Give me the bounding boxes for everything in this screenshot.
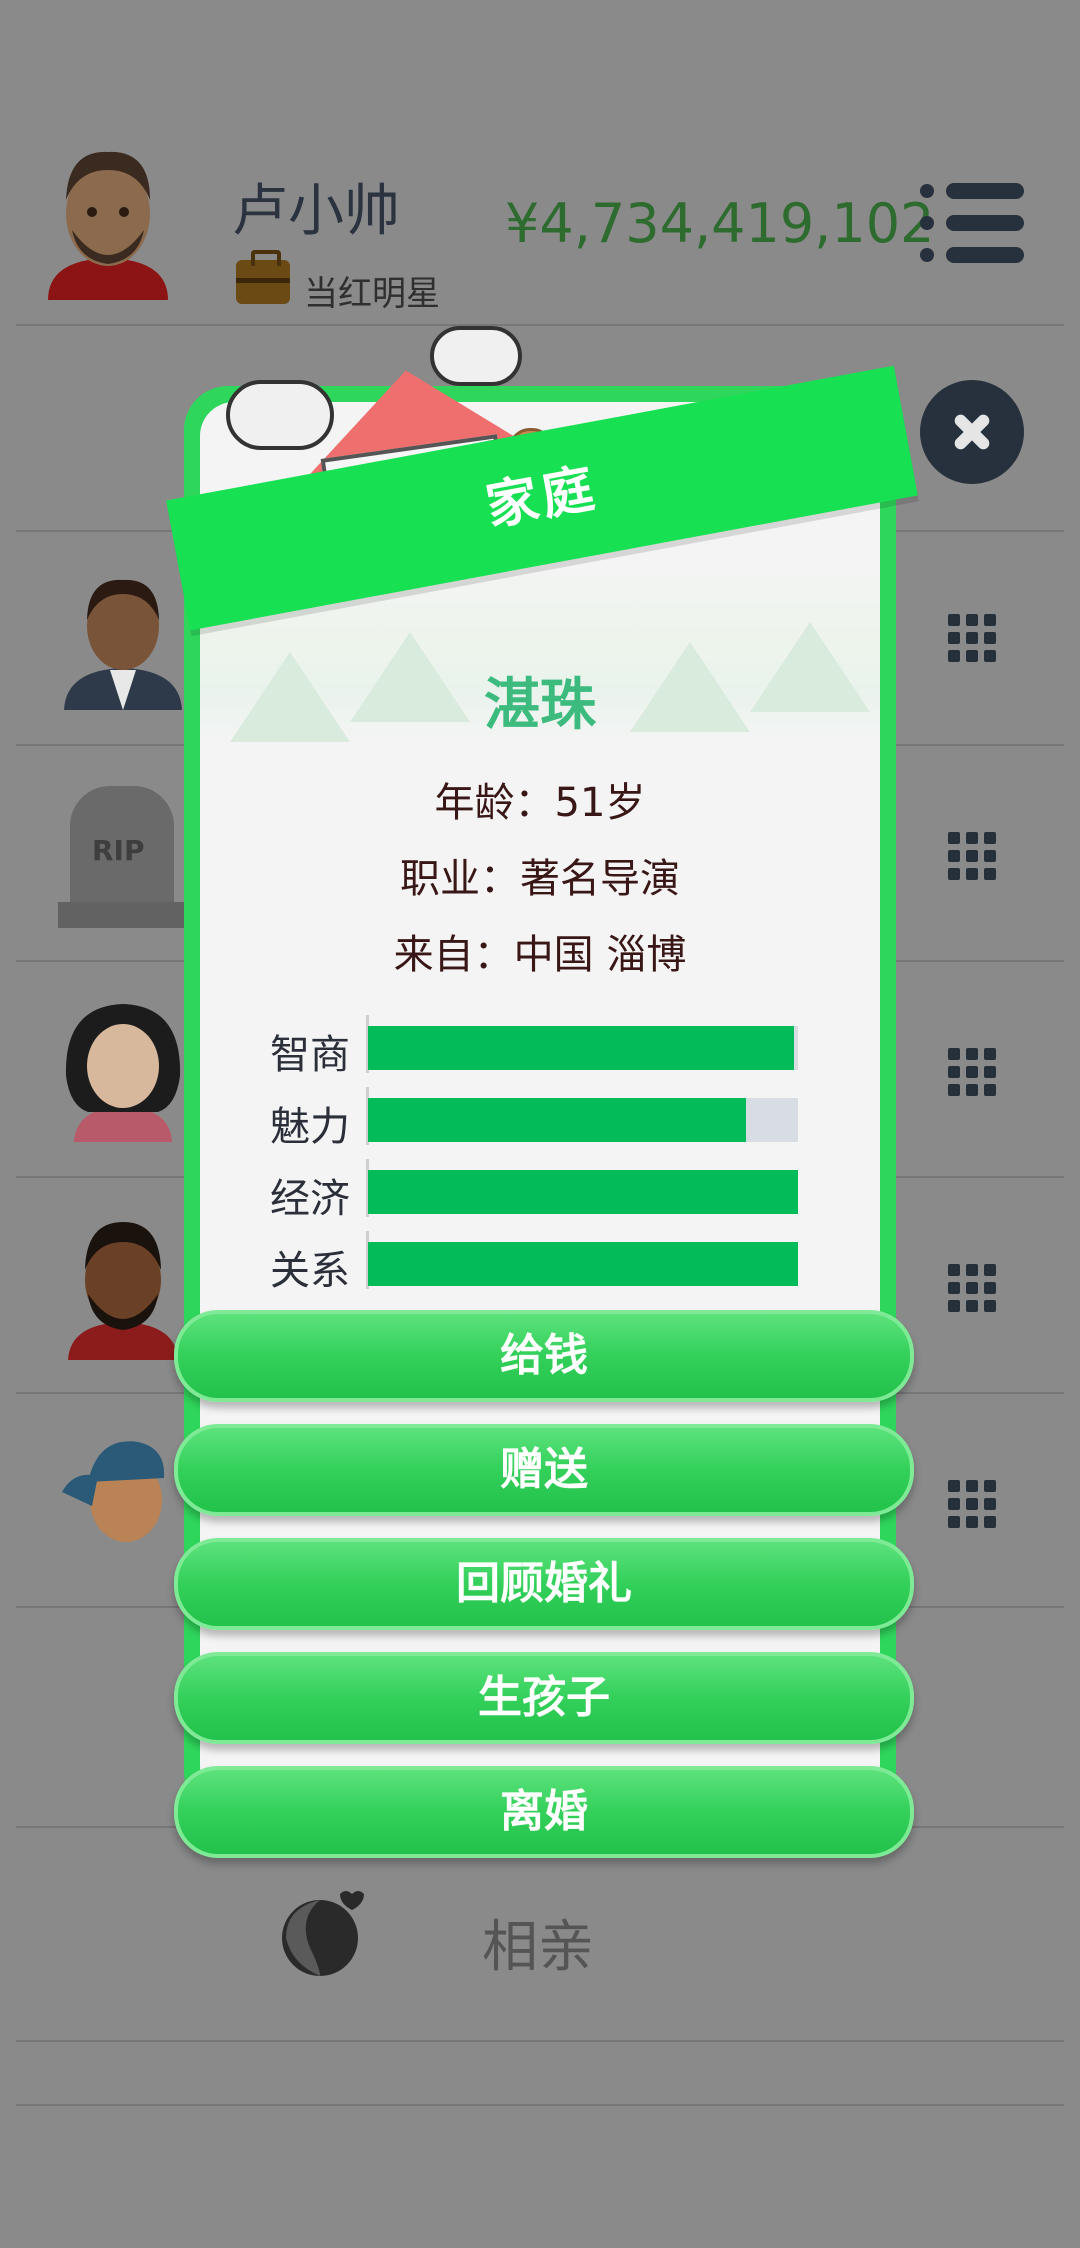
player-job: 当红明星	[304, 274, 440, 314]
grid-menu-icon[interactable]	[948, 614, 996, 662]
stat-bar-economy	[368, 1170, 798, 1214]
origin-line: 来自：中国 淄博	[393, 932, 687, 978]
give-money-label: 给钱	[500, 1330, 588, 1381]
have-child-button[interactable]: 生孩子	[174, 1652, 914, 1744]
player-header: 卢小帅 当红明星 ¥4,734,419,102	[0, 0, 1080, 326]
divider	[16, 324, 1064, 326]
grid-menu-icon[interactable]	[948, 1048, 996, 1096]
stat-label-economy: 经济	[270, 1176, 350, 1222]
review-wedding-label: 回顾婚礼	[456, 1558, 632, 1609]
divorce-button[interactable]: 离婚	[174, 1766, 914, 1858]
family-avatar-father[interactable]	[58, 570, 188, 710]
money-balance: ¥4,734,419,102	[505, 192, 935, 255]
menu-icon[interactable]	[920, 183, 1024, 264]
grid-menu-icon[interactable]	[948, 1480, 996, 1528]
stat-bar-iq	[368, 1026, 798, 1070]
review-wedding-button[interactable]: 回顾婚礼	[174, 1538, 914, 1630]
stat-bar-charm	[368, 1098, 798, 1142]
stat-fill-charm	[368, 1098, 747, 1142]
stat-fill-relationship	[368, 1242, 798, 1286]
stat-fill-economy	[368, 1170, 798, 1214]
family-avatar-child[interactable]	[58, 1426, 188, 1556]
player-avatar[interactable]	[38, 140, 178, 300]
job-line: 职业：著名导演	[400, 856, 680, 902]
divider	[16, 2104, 1064, 2106]
person-name: 湛珠	[484, 673, 596, 738]
family-avatar-wife[interactable]	[58, 996, 188, 1142]
gift-label: 赠送	[500, 1444, 588, 1495]
rip-text: RIP	[92, 834, 145, 867]
player-name: 卢小帅	[232, 179, 400, 244]
dating-label[interactable]: 相亲	[482, 1902, 594, 1983]
stat-bar-relationship	[368, 1242, 798, 1286]
age-line: 年龄：51岁	[434, 780, 646, 826]
gift-button[interactable]: 赠送	[174, 1424, 914, 1516]
stat-label-iq: 智商	[270, 1032, 350, 1078]
stat-label-relationship: 关系	[270, 1248, 350, 1294]
stat-fill-iq	[368, 1026, 794, 1070]
divorce-label: 离婚	[500, 1786, 588, 1837]
family-avatar-son[interactable]	[58, 1214, 188, 1360]
grid-menu-icon[interactable]	[948, 1264, 996, 1312]
divider	[16, 2040, 1064, 2042]
briefcase-icon	[236, 250, 290, 304]
stat-label-charm: 魅力	[270, 1104, 350, 1150]
give-money-button[interactable]: 给钱	[174, 1310, 914, 1402]
dating-icon[interactable]	[280, 1888, 366, 1980]
grid-menu-icon[interactable]	[948, 832, 996, 880]
close-icon[interactable]	[920, 380, 1024, 484]
tombstone-icon: RIP	[58, 786, 186, 928]
have-child-label: 生孩子	[478, 1672, 610, 1723]
